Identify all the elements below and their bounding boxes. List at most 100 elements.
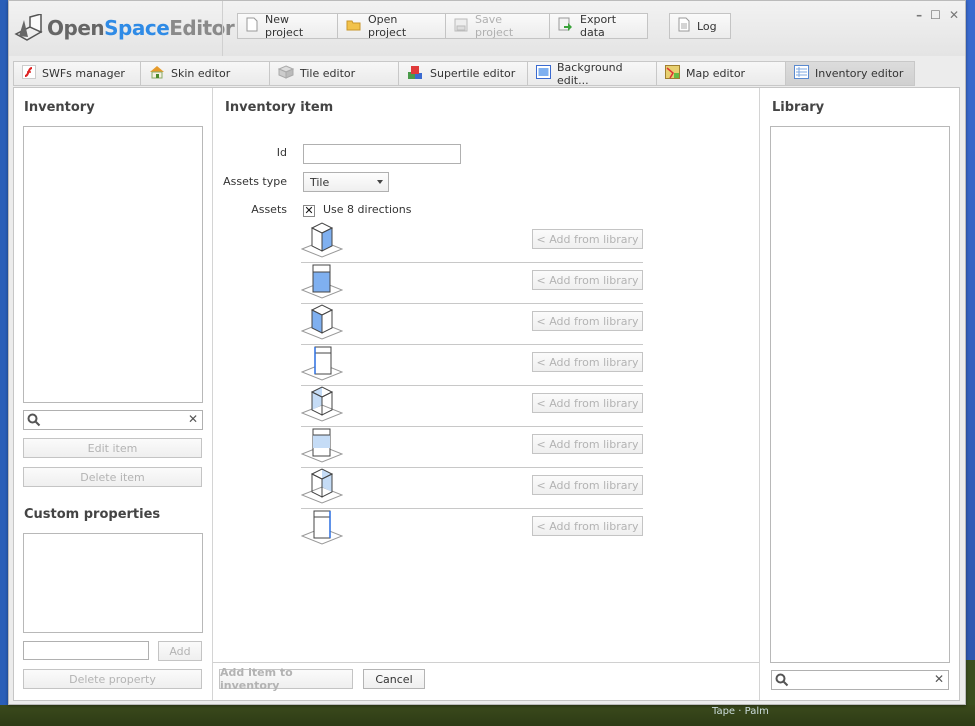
open-project-label: Open project [368, 13, 407, 39]
delete-item-button[interactable]: Delete item [23, 467, 202, 487]
direction-6-icon [301, 428, 343, 463]
direction-8-icon [301, 510, 343, 545]
save-disk-icon [454, 18, 468, 35]
clear-search-icon[interactable]: ✕ [188, 412, 198, 426]
tile-icon [277, 65, 295, 82]
inventory-title: Inventory [24, 100, 95, 115]
desktop-background [966, 0, 975, 660]
tab-tile-editor[interactable]: Tile editor [270, 61, 399, 86]
direction-row: < Add from library [301, 262, 643, 304]
map-icon [665, 65, 680, 82]
library-list[interactable] [770, 126, 950, 663]
add-from-library-button[interactable]: < Add from library [532, 475, 643, 495]
divider [213, 662, 759, 663]
delete-property-button[interactable]: Delete property [23, 669, 202, 689]
supertile-icon [407, 65, 424, 83]
add-from-library-button[interactable]: < Add from library [532, 434, 643, 454]
assets-type-select[interactable]: Tile [303, 172, 389, 192]
log-label: Log [697, 19, 717, 33]
divider [759, 88, 760, 700]
tab-label: Map editor [686, 67, 746, 80]
tab-label: Skin editor [171, 67, 231, 80]
log-document-icon [678, 17, 690, 35]
direction-row: < Add from library [301, 303, 643, 345]
add-from-library-button[interactable]: < Add from library [532, 270, 643, 290]
close-icon[interactable]: ✕ [949, 8, 959, 22]
folder-icon [346, 19, 361, 34]
inventory-icon [794, 65, 809, 82]
cancel-button[interactable]: Cancel [363, 669, 425, 689]
add-from-library-button[interactable]: < Add from library [532, 352, 643, 372]
save-project-label: Save project [475, 13, 514, 39]
title-bar: OpenSpaceEditor New project Open project [9, 1, 965, 56]
add-from-library-button[interactable]: < Add from library [532, 393, 643, 413]
tab-label: Background edit... [557, 60, 623, 87]
custom-properties-title: Custom properties [24, 507, 161, 522]
flash-icon [22, 65, 36, 82]
property-name-input[interactable] [23, 641, 149, 660]
id-input[interactable] [303, 144, 461, 164]
direction-4-icon [301, 346, 343, 381]
assets-type-value: Tile [310, 175, 330, 189]
tab-background-editor[interactable]: Background edit... [528, 60, 657, 87]
log-button[interactable]: Log [669, 13, 731, 39]
id-label: Id [276, 146, 287, 159]
house-icon [149, 65, 165, 82]
chevron-down-icon [377, 180, 383, 184]
direction-assets-list: < Add from library < Add from library < … [213, 221, 759, 551]
use-8-directions-label: Use 8 directions [323, 203, 412, 216]
direction-row: < Add from library [301, 426, 643, 468]
tab-label: Inventory editor [815, 67, 904, 80]
tab-label: SWFs manager [42, 67, 125, 80]
library-search-input[interactable]: ✕ [771, 670, 949, 690]
new-project-label: New project [265, 13, 304, 39]
tab-label: Supertile editor [430, 67, 516, 80]
inventory-list[interactable] [23, 126, 203, 403]
direction-row: < Add from library [301, 385, 643, 427]
minimize-icon[interactable]: – [916, 8, 922, 22]
add-property-button[interactable]: Add [158, 641, 202, 661]
inventory-item-title: Inventory item [225, 100, 334, 115]
direction-row: < Add from library [301, 508, 643, 549]
direction-1-icon [301, 222, 343, 258]
save-project-button[interactable]: Save project [446, 13, 550, 39]
new-project-button[interactable]: New project [237, 13, 338, 39]
tab-inventory-editor[interactable]: Inventory editor [786, 61, 915, 86]
logo-text-editor: Editor [169, 16, 235, 40]
direction-7-icon [301, 468, 343, 504]
maximize-icon[interactable]: ☐ [930, 8, 941, 22]
tab-swfs-manager[interactable]: SWFs manager [13, 61, 141, 86]
direction-2-icon [301, 264, 343, 299]
taskbar-text: Tape · Palm [712, 706, 769, 717]
add-from-library-button[interactable]: < Add from library [532, 516, 643, 536]
export-icon [558, 17, 573, 35]
tab-map-editor[interactable]: Map editor [657, 61, 786, 86]
new-file-icon [246, 17, 258, 35]
tab-supertile-editor[interactable]: Supertile editor [399, 61, 528, 86]
direction-row: < Add from library [301, 467, 643, 509]
export-data-label: Export data [580, 13, 617, 39]
open-project-button[interactable]: Open project [338, 13, 446, 39]
inventory-item-panel: Inventory item Id Assets type Tile Asset… [213, 88, 759, 700]
desktop-background [0, 705, 975, 726]
export-data-button[interactable]: Export data [550, 13, 648, 39]
add-from-library-button[interactable]: < Add from library [532, 311, 643, 331]
search-icon [775, 673, 789, 690]
inventory-search-input[interactable]: ✕ [23, 410, 203, 430]
tab-label: Tile editor [300, 67, 356, 80]
main-toolbar: New project Open project Save project Ex… [237, 13, 648, 39]
use-8-directions-checkbox[interactable]: ✕ [303, 205, 315, 217]
add-item-to-inventory-button[interactable]: Add item to inventory [219, 666, 353, 692]
tab-skin-editor[interactable]: Skin editor [141, 61, 270, 86]
edit-item-button[interactable]: Edit item [23, 438, 202, 458]
direction-5-icon [301, 386, 343, 422]
direction-row: < Add from library [301, 344, 643, 386]
assets-type-label: Assets type [223, 175, 287, 188]
library-title: Library [772, 100, 825, 115]
add-from-library-button[interactable]: < Add from library [532, 229, 643, 249]
custom-properties-list[interactable] [23, 533, 203, 633]
divider [222, 1, 223, 56]
clear-search-icon[interactable]: ✕ [934, 672, 944, 686]
search-icon [27, 413, 41, 430]
inventory-editor-content: Inventory ✕ Edit item Delete item Custom… [13, 87, 960, 701]
